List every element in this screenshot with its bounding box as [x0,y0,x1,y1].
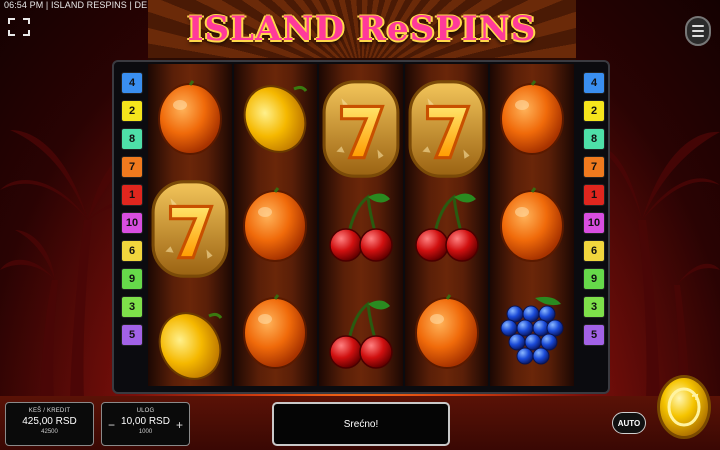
menu-button[interactable] [685,16,711,46]
bet-decrease-button[interactable]: − [108,418,115,432]
payline-indicator: 6 [583,240,605,262]
message-box: Srećno! [272,402,450,446]
payline-indicator: 4 [121,72,143,94]
payline-indicator: 10 [583,212,605,234]
fullscreen-icon[interactable] [8,18,30,36]
payline-indicator: 2 [583,100,605,122]
credit-label: KEŠ / KREDIT [28,408,71,414]
game-scene: 06:54 PM | ISLAND RESPINS | DEMO ISLAND … [0,0,720,450]
lemon-symbol-icon [148,291,232,398]
payline-indicator: 4 [583,72,605,94]
reel-4 [404,64,489,386]
reels-area [148,64,574,386]
spin-button[interactable] [656,374,712,440]
payline-indicator: 3 [121,296,143,318]
orange-symbol-icon [234,278,318,385]
credit-panel: KEŠ / KREDIT 425,00 RSD 42500 [5,402,94,446]
payline-indicator: 10 [121,212,143,234]
payline-indicator: 9 [583,268,605,290]
seven-symbol-icon [148,144,232,314]
logo-banner: ISLAND ReSPINS [148,0,576,60]
bet-panel: − ULOG 10,00 RSD 1000 + [101,402,190,446]
orange-symbol-icon [405,278,489,385]
credit-sub-value: 42500 [41,429,58,435]
payline-indicators-right: 4 2 8 7 1 10 6 9 3 5 [579,72,609,346]
status-bar-text: 06:54 PM | ISLAND RESPINS | DEMO [4,0,162,10]
bet-label: ULOG [136,408,155,414]
menu-icon-line [692,35,704,37]
payline-indicators-left: 4 2 8 7 1 10 6 9 3 5 [117,72,147,346]
menu-icon-line [692,25,704,27]
payline-indicator: 5 [121,324,143,346]
credit-value: 425,00 RSD [22,416,77,427]
grapes-symbol-icon [490,278,574,385]
reel-1 [148,64,232,386]
palm-tree-right [600,131,720,400]
payline-indicator: 7 [121,156,143,178]
lemon-symbol-icon [234,64,318,171]
bet-increase-button[interactable]: + [176,418,183,432]
reel-3 [319,64,403,386]
orange-symbol-icon [490,64,574,171]
orange-symbol-icon [490,171,574,278]
cherries-symbol-icon [319,171,403,278]
payline-indicator: 1 [583,184,605,206]
orange-symbol-icon [234,171,318,278]
payline-indicator: 1 [121,184,143,206]
payline-indicator: 9 [121,268,143,290]
payline-indicator: 5 [583,324,605,346]
payline-indicator: 3 [583,296,605,318]
game-logo: ISLAND ReSPINS [187,9,537,49]
reel-5 [490,64,574,386]
payline-indicator: 8 [121,128,143,150]
payline-indicator: 7 [583,156,605,178]
payline-indicator: 6 [121,240,143,262]
payline-indicator: 8 [583,128,605,150]
menu-icon-line [692,30,704,32]
cherries-symbol-icon [405,171,489,278]
cherries-symbol-icon [319,278,403,385]
reel-2 [233,64,318,386]
payline-indicator: 2 [121,100,143,122]
autoplay-button[interactable]: AUTO [612,412,646,434]
